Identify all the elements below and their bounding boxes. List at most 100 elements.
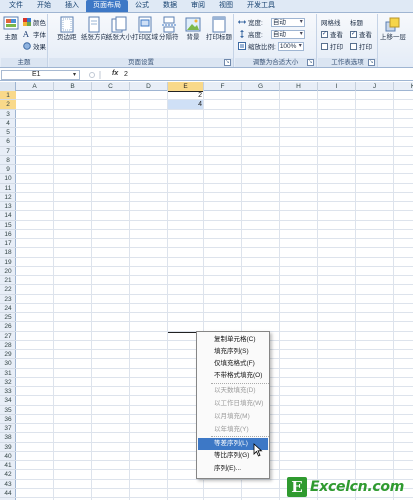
row-header-25[interactable]: 25 xyxy=(0,313,16,323)
row-header-3[interactable]: 3 xyxy=(0,110,16,119)
formula-input[interactable]: 2 xyxy=(124,69,128,81)
bring-forward-button[interactable]: 上移一层 xyxy=(380,16,406,42)
row-header-1[interactable]: 1 xyxy=(0,91,16,101)
column-header-b[interactable]: B xyxy=(54,82,92,91)
print-area-button[interactable]: 打印区域 xyxy=(132,16,158,42)
headings-view-checkbox[interactable]: ✓ 查看 xyxy=(350,29,372,39)
row-header-15[interactable]: 15 xyxy=(0,221,16,230)
row-header-8[interactable]: 8 xyxy=(0,156,16,165)
breaks-button[interactable]: 分隔符 xyxy=(159,16,179,42)
height-select[interactable]: 自动 xyxy=(270,29,305,39)
tab-8[interactable]: 开发工具 xyxy=(240,0,282,12)
row-header-11[interactable]: 11 xyxy=(0,184,16,193)
row-header-36[interactable]: 36 xyxy=(0,415,16,424)
row-header-42[interactable]: 42 xyxy=(0,470,16,480)
chevron-down-icon[interactable]: ▾ xyxy=(73,71,76,78)
column-header-d[interactable]: D xyxy=(130,82,168,91)
row-header-6[interactable]: 6 xyxy=(0,137,16,147)
row-header-18[interactable]: 18 xyxy=(0,248,16,258)
theme-effects-button[interactable]: 效果 xyxy=(23,41,46,51)
row-header-29[interactable]: 29 xyxy=(0,350,16,360)
gridlines-print-checkbox[interactable]: 打印 xyxy=(321,41,343,51)
column-header-e[interactable]: E xyxy=(168,82,204,91)
tab-2[interactable]: 插入 xyxy=(58,0,86,12)
menu-item-1[interactable]: 填充序列(S) xyxy=(198,346,268,358)
insert-function-icon[interactable]: fx xyxy=(112,70,118,77)
row-header-44[interactable]: 44 xyxy=(0,489,16,498)
row-header-32[interactable]: 32 xyxy=(0,378,16,387)
width-select[interactable]: 自动 xyxy=(270,17,305,27)
menu-item-2[interactable]: 仅填充格式(F) xyxy=(198,358,268,370)
margins-button[interactable]: 页边距 xyxy=(57,16,77,42)
tab-7[interactable]: 视图 xyxy=(212,0,240,12)
row-header-23[interactable]: 23 xyxy=(0,295,16,304)
column-header-a[interactable]: A xyxy=(16,82,54,91)
menu-item-0[interactable]: 复制单元格(C) xyxy=(198,334,268,346)
page-setup-launcher-icon[interactable]: ↘ xyxy=(224,59,231,66)
row-header-14[interactable]: 14 xyxy=(0,211,16,221)
row-header-2[interactable]: 2 xyxy=(0,100,16,110)
tab-5[interactable]: 数据 xyxy=(156,0,184,12)
column-header-i[interactable]: I xyxy=(318,82,356,91)
row-header-12[interactable]: 12 xyxy=(0,193,16,202)
background-button[interactable]: 背景 xyxy=(185,16,201,42)
tab-1[interactable]: 开始 xyxy=(30,0,58,12)
theme-fonts-button[interactable]: A 字体 xyxy=(23,29,46,39)
column-header-c[interactable]: C xyxy=(92,82,130,91)
select-all-corner[interactable] xyxy=(0,82,16,91)
gridlines-view-checkbox[interactable]: ✓ 查看 xyxy=(321,29,343,39)
row-header-41[interactable]: 41 xyxy=(0,461,16,471)
column-header-f[interactable]: F xyxy=(204,82,242,91)
row-header-21[interactable]: 21 xyxy=(0,276,16,286)
row-header-27[interactable]: 27 xyxy=(0,332,16,341)
menu-item-3[interactable]: 不带格式填充(O) xyxy=(198,370,268,382)
row-header-26[interactable]: 26 xyxy=(0,322,16,332)
row-header-5[interactable]: 5 xyxy=(0,128,16,138)
column-header-k[interactable]: K xyxy=(394,82,413,91)
row-header-17[interactable]: 17 xyxy=(0,239,16,249)
row-header-30[interactable]: 30 xyxy=(0,359,16,369)
scale-launcher-icon[interactable]: ↘ xyxy=(307,59,314,66)
row-header-19[interactable]: 19 xyxy=(0,258,16,267)
print-titles-button[interactable]: 打印标题 xyxy=(206,16,232,42)
row-header-13[interactable]: 13 xyxy=(0,202,16,212)
tab-0[interactable]: 文件 xyxy=(2,0,30,12)
row-header-7[interactable]: 7 xyxy=(0,147,16,156)
bring-forward-label: 上移一层 xyxy=(380,34,406,41)
orientation-button[interactable]: 纸张方向 xyxy=(81,16,107,42)
row-header-20[interactable]: 20 xyxy=(0,267,16,276)
row-header-37[interactable]: 37 xyxy=(0,424,16,434)
row-header-43[interactable]: 43 xyxy=(0,480,16,489)
scale-to-fit-group: 宽度: 自动 高度: 自动 缩放比例: 100% 调整为合适大小 ↘ xyxy=(235,14,317,67)
row-header-10[interactable]: 10 xyxy=(0,174,16,184)
row-header-38[interactable]: 38 xyxy=(0,433,16,443)
themes-label: 主题 xyxy=(4,34,18,41)
column-header-h[interactable]: H xyxy=(280,82,318,91)
column-header-g[interactable]: G xyxy=(242,82,280,91)
tab-4[interactable]: 公式 xyxy=(128,0,156,12)
row-header-34[interactable]: 34 xyxy=(0,396,16,406)
row-header-39[interactable]: 39 xyxy=(0,443,16,452)
themes-button[interactable]: 主题 xyxy=(3,16,19,42)
row-header-4[interactable]: 4 xyxy=(0,119,16,128)
column-header-j[interactable]: J xyxy=(356,82,394,91)
name-box[interactable]: E1 xyxy=(1,70,80,80)
row-header-40[interactable]: 40 xyxy=(0,452,16,461)
menu-item-10[interactable]: 序列(E)... xyxy=(198,463,268,475)
tab-3[interactable]: 页面布局 xyxy=(86,0,128,12)
row-header-9[interactable]: 9 xyxy=(0,165,16,175)
print-titles-label: 打印标题 xyxy=(206,34,232,41)
sheet-options-launcher-icon[interactable]: ↘ xyxy=(368,59,375,66)
size-button[interactable]: 纸张大小 xyxy=(106,16,132,42)
scale-spinner[interactable]: 100% xyxy=(277,41,304,51)
row-header-28[interactable]: 28 xyxy=(0,341,16,350)
row-header-33[interactable]: 33 xyxy=(0,387,16,397)
row-header-22[interactable]: 22 xyxy=(0,285,16,295)
row-header-31[interactable]: 31 xyxy=(0,369,16,378)
row-header-16[interactable]: 16 xyxy=(0,230,16,239)
headings-print-checkbox[interactable]: 打印 xyxy=(350,41,372,51)
theme-colors-button[interactable]: 颜色 xyxy=(23,17,46,27)
row-header-24[interactable]: 24 xyxy=(0,304,16,313)
row-header-35[interactable]: 35 xyxy=(0,406,16,415)
tab-6[interactable]: 审阅 xyxy=(184,0,212,12)
